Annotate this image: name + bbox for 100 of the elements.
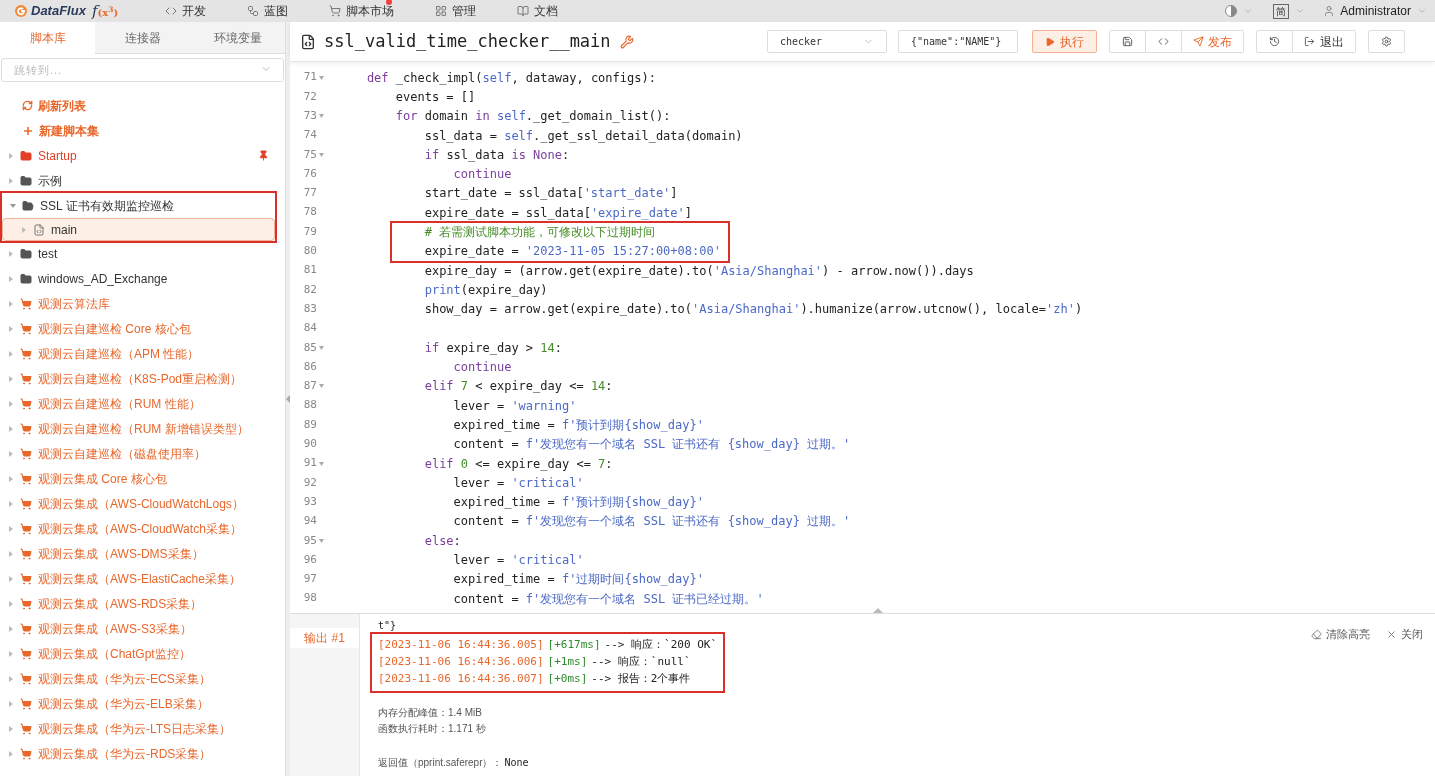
tree-item[interactable]: 示例 [38,171,62,190]
collapsed-caret-icon[interactable] [8,500,14,507]
collapsed-caret-icon[interactable] [8,625,14,632]
fold-caret-icon[interactable] [319,114,324,119]
chevron-down-icon[interactable] [1417,6,1427,16]
user-name[interactable]: Administrator [1340,2,1411,20]
collapsed-caret-icon[interactable] [8,525,14,532]
theme-icon[interactable] [1225,5,1238,17]
sidebar-action-link[interactable]: 刷新列表 [38,96,86,115]
nav-link[interactable]: 开发 [182,2,206,20]
code-line: content = f'发现您有一个域名 SSL 证书已经过期。' [452,591,764,606]
collapsed-caret-icon[interactable] [8,250,14,257]
log-message: --> 报告：2个事件 [591,671,691,688]
fold-caret-icon[interactable] [319,384,324,389]
fold-caret-icon[interactable] [319,461,324,466]
history-button[interactable] [1256,30,1293,53]
tree-item[interactable]: 观测云集成（AWS-DMS采集） [38,544,204,563]
tree-item[interactable]: 观测云集成（AWS-ElastiCache采集） [38,569,241,588]
collapsed-caret-icon[interactable] [8,350,14,357]
save-button[interactable] [1109,30,1146,53]
output-tab[interactable]: 输出 #1 [290,628,359,648]
collapsed-caret-icon[interactable] [8,325,14,332]
collapsed-caret-icon[interactable] [8,425,14,432]
collapsed-caret-icon[interactable] [8,375,14,382]
tree-item[interactable]: 观测云集成（华为云-ELB采集） [38,694,209,713]
collapsed-caret-icon[interactable] [8,725,14,732]
tree-item[interactable]: 观测云集成（AWS-CloudWatch采集） [38,519,242,538]
log-timestamp: [2023-11-06 16:44:36.007] [378,671,544,688]
fold-caret-icon[interactable] [319,75,324,80]
nav-link[interactable]: 文档 [534,2,558,20]
tree-item[interactable]: 观测云集成 Core 核心包 [38,469,167,488]
tree-item[interactable]: 观测云集成（ChatGpt监控） [38,644,191,663]
collapsed-caret-icon[interactable] [21,226,27,233]
collapsed-caret-icon[interactable] [8,600,14,607]
collapsed-caret-icon[interactable] [8,575,14,582]
book-icon [517,5,529,17]
code-line: events = [] [394,89,476,104]
tree-item[interactable]: 观测云集成（华为云-RDS采集） [38,744,212,763]
collapsed-caret-icon[interactable] [8,177,14,184]
tree-item[interactable]: 观测云集成（AWS-CloudWatchLogs） [38,494,244,513]
exit-button[interactable]: 退出 [1293,30,1356,53]
tree-item[interactable]: 观测云集成（华为云-LTS日志采集） [38,719,232,738]
sidebar-tab[interactable]: 环境变量 [190,22,285,54]
output-stat: 内存分配峰值：1.4 MiB [378,706,483,720]
collapsed-caret-icon[interactable] [8,400,14,407]
tree-item[interactable]: 观测云集成（AWS-RDS采集） [38,594,203,613]
collapsed-caret-icon[interactable] [8,750,14,757]
tree-item[interactable]: 观测云自建巡检（磁盘使用率） [38,444,206,463]
log-message: --> 响应：`200 OK` [604,637,718,654]
fold-caret-icon[interactable] [319,345,324,350]
function-select[interactable]: checker [767,30,887,53]
tree-item[interactable]: 观测云集成（AWS-S3采集） [38,619,192,638]
jump-to-field[interactable]: 跳转到... [1,58,284,82]
collapsed-caret-icon[interactable] [8,275,14,282]
tree-item[interactable]: SSL 证书有效期监控巡检 [40,196,174,215]
code-line: show_day = arrow.get(expire_date).to('Asia/Shanghai').humanize(arrow.utcnow(), locale='zh') [423,302,1083,317]
tree-item[interactable]: 观测云自建巡检（APM 性能） [38,344,200,363]
line-number: 75 [303,146,317,163]
tree-item[interactable]: test [38,244,58,263]
sidebar-tab[interactable]: 连接器 [95,22,190,54]
collapse-handle-icon[interactable] [286,395,290,403]
code-view-button[interactable] [1146,30,1182,53]
tree-item[interactable]: 观测云自建巡检（RUM 新增错误类型） [38,419,249,438]
expanded-caret-icon[interactable] [10,202,16,209]
tree-item[interactable]: 观测云自建巡检 Core 核心包 [38,319,191,338]
chevron-down-icon[interactable] [1295,6,1306,16]
collapsed-caret-icon[interactable] [8,700,14,707]
run-button[interactable]: 执行 [1032,30,1097,53]
collapsed-caret-icon[interactable] [8,450,14,457]
log-timestamp: [2023-11-06 16:44:36.005] [378,637,544,654]
kwargs-field[interactable]: {"name":"NAME"} [898,30,1018,53]
nav-link[interactable]: 脚本市场 [346,2,394,20]
collapsed-caret-icon[interactable] [8,475,14,482]
language-toggle[interactable]: 简 [1273,3,1290,19]
wrench-icon[interactable] [619,34,634,49]
tree-item[interactable]: 观测云算法库 [38,294,110,313]
collapsed-caret-icon[interactable] [8,550,14,557]
tree-item[interactable]: 观测云集成（华为云-ECS采集） [38,669,211,688]
collapsed-caret-icon[interactable] [8,152,14,159]
nav-link[interactable]: 蓝图 [264,2,288,20]
collapsed-caret-icon[interactable] [8,650,14,657]
tree-item[interactable]: 观测云自建巡检（K8S-Pod重启检测） [38,369,243,388]
settings-button[interactable] [1368,30,1405,53]
tree-item-row[interactable]: main [2,218,275,241]
nav-link[interactable]: 管理 [452,2,476,20]
tree-item[interactable]: windows_AD_Exchange [38,269,168,288]
collapsed-caret-icon[interactable] [8,300,14,307]
publish-button[interactable]: 发布 [1182,30,1244,53]
clear-highlight-button[interactable]: 清除高亮 [1311,626,1370,643]
code-line: expire_day = (arrow.get(expire_date).to('Asia/Shanghai') - arrow.now()).days [423,263,974,278]
close-button[interactable]: 关闭 [1386,626,1423,643]
tree-item[interactable]: main [51,220,77,239]
chevron-down-icon[interactable] [1243,6,1254,16]
fold-caret-icon[interactable] [319,152,324,157]
sidebar-action-link[interactable]: 新建脚本集 [39,121,99,140]
resize-handle-icon[interactable] [873,608,883,613]
tree-item[interactable]: Startup [38,146,77,165]
collapsed-caret-icon[interactable] [8,675,14,682]
fold-caret-icon[interactable] [319,538,324,543]
tree-item[interactable]: 观测云自建巡检（RUM 性能） [38,394,201,413]
